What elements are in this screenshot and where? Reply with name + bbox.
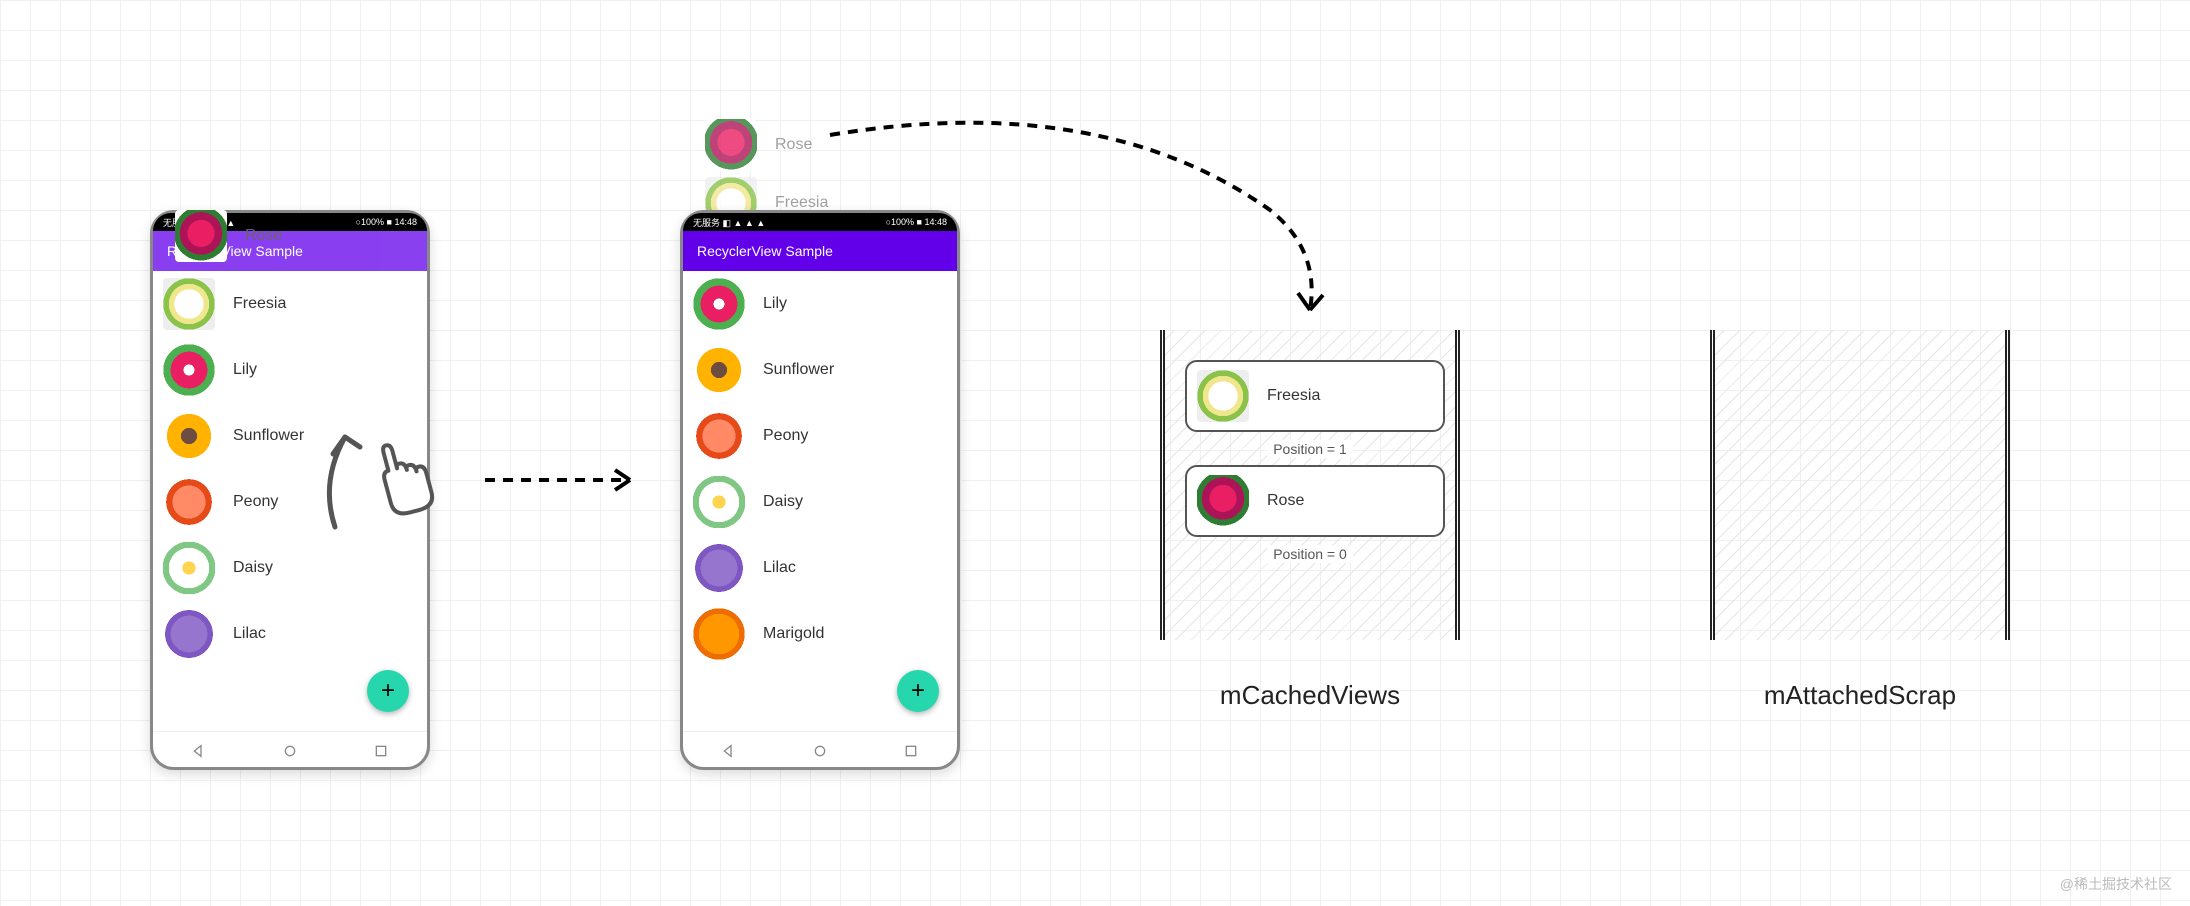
item-label: Rose: [775, 136, 812, 154]
scroll-up-gesture-icon: [300, 412, 440, 557]
nav-bar: [683, 731, 957, 769]
flower-thumb: [1197, 475, 1249, 527]
list-item[interactable]: Lilac: [683, 535, 957, 601]
cache-arrow-icon: [820, 110, 1380, 355]
flower-thumb: [163, 608, 215, 660]
list-item[interactable]: Lilac: [153, 601, 427, 667]
mcachedviews-container: Freesia Position = 1 Rose Position = 0: [1160, 330, 1460, 640]
item-label: Lily: [233, 361, 257, 379]
item-label: Sunflower: [233, 427, 304, 445]
item-label: Freesia: [1267, 387, 1320, 405]
item-label: Peony: [233, 493, 278, 511]
flower-thumb: [163, 410, 215, 462]
item-label: Lily: [763, 295, 787, 313]
app-title: RecyclerView Sample: [697, 243, 833, 259]
back-icon[interactable]: [191, 743, 207, 759]
flower-thumb: [693, 278, 745, 330]
list-item[interactable]: Peony: [683, 403, 957, 469]
flower-thumb: [705, 119, 757, 171]
watermark: @稀土掘技术社区: [2060, 874, 2172, 894]
fab-add-button[interactable]: +: [897, 670, 939, 712]
item-label: Daisy: [233, 559, 273, 577]
nav-bar: [153, 731, 427, 769]
home-icon[interactable]: [282, 743, 298, 759]
flower-thumb: [163, 476, 215, 528]
flower-thumb: [163, 542, 215, 594]
item-label: Rose: [1267, 492, 1304, 510]
overflow-top-item: Rose: [165, 208, 419, 263]
flower-thumb: [693, 542, 745, 594]
home-icon[interactable]: [812, 743, 828, 759]
flower-thumb: [163, 278, 215, 330]
list-item[interactable]: Freesia: [153, 271, 427, 337]
mattachedscrap-title: mAttachedScrap: [1710, 680, 2010, 711]
mcachedviews-title: mCachedViews: [1160, 680, 1460, 711]
mattachedscrap-container: [1710, 330, 2010, 640]
list-item[interactable]: Lily: [153, 337, 427, 403]
plus-icon: +: [381, 677, 395, 705]
back-icon[interactable]: [721, 743, 737, 759]
hatch-fill: [1715, 330, 2005, 640]
position-label: Position = 1: [1267, 440, 1353, 458]
item-label: Lilac: [233, 625, 266, 643]
position-label: Position = 0: [1267, 545, 1353, 563]
item-label: Daisy: [763, 493, 803, 511]
flower-thumb: [693, 344, 745, 396]
cached-item: Rose: [1185, 465, 1445, 537]
item-label: Lilac: [763, 559, 796, 577]
item-label: Freesia: [233, 295, 286, 313]
item-label: Sunflower: [763, 361, 834, 379]
status-left: 无服务 ◧ ▲ ▲ ▲: [693, 216, 765, 229]
fab-add-button[interactable]: +: [367, 670, 409, 712]
recents-icon[interactable]: [903, 743, 919, 759]
flower-thumb: [163, 344, 215, 396]
cached-item: Freesia: [1185, 360, 1445, 432]
flower-thumb: [693, 608, 745, 660]
flower-thumb: [175, 210, 227, 262]
list-item[interactable]: Marigold: [683, 601, 957, 667]
flower-thumb: [693, 476, 745, 528]
recents-icon[interactable]: [373, 743, 389, 759]
transition-arrow-icon: [480, 460, 660, 505]
item-label: Peony: [763, 427, 808, 445]
plus-icon: +: [911, 677, 925, 705]
item-label: Rose: [245, 227, 282, 245]
flower-thumb: [1197, 370, 1249, 422]
item-label: Marigold: [763, 625, 824, 643]
list-item[interactable]: Daisy: [683, 469, 957, 535]
flower-thumb: [693, 410, 745, 462]
